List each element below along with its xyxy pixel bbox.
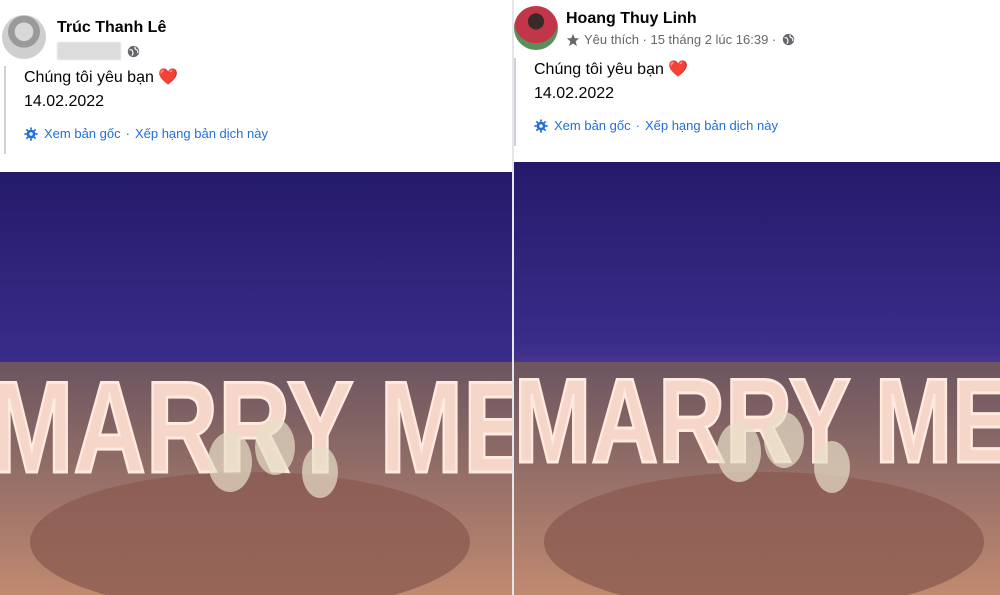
post-meta	[57, 42, 140, 60]
rate-translation-link[interactable]: Xếp hạng bản dịch này	[135, 126, 268, 141]
heart-icon: ❤️	[668, 61, 689, 78]
post-left: Trúc Thanh Lê Chúng tôi yêu bạn ❤️ 14.02…	[0, 0, 512, 595]
gear-icon	[24, 126, 38, 141]
author-name[interactable]: Trúc Thanh Lê	[57, 19, 166, 37]
see-original-link[interactable]: Xem bản gốc	[554, 118, 631, 133]
rate-translation-link[interactable]: Xếp hạng bản dịch này	[645, 118, 778, 133]
globe-icon[interactable]	[127, 45, 140, 58]
separator: ·	[125, 126, 130, 141]
post-date: 14.02.2022	[24, 93, 105, 110]
translation-block: Chúng tôi yêu bạn ❤️ 14.02.2022 Xem bản …	[514, 58, 778, 146]
post-text-line: Chúng tôi yêu bạn ❤️	[534, 58, 778, 82]
timestamp-blurred	[57, 42, 121, 60]
translation-links: Xem bản gốc · Xếp hạng bản dịch này	[534, 118, 778, 133]
post-right: Hoang Thuy Linh Yêu thích · 15 tháng 2 l…	[514, 0, 1000, 595]
avatar[interactable]	[2, 15, 46, 59]
heart-icon: ❤️	[158, 69, 179, 86]
post-text: Chúng tôi yêu bạn	[534, 61, 664, 78]
star-icon	[566, 33, 580, 46]
see-original-link[interactable]: Xem bản gốc	[44, 126, 121, 141]
separator: ·	[635, 118, 640, 133]
post-text-line: Chúng tôi yêu bạn ❤️	[24, 66, 268, 90]
post-date: 14.02.2022	[534, 85, 615, 102]
post-meta: Yêu thích · 15 tháng 2 lúc 16:39 ·	[566, 32, 795, 47]
author-name[interactable]: Hoang Thuy Linh	[566, 10, 697, 28]
avatar[interactable]	[514, 6, 558, 50]
post-meta-text[interactable]: Yêu thích · 15 tháng 2 lúc 16:39 ·	[584, 32, 776, 47]
translation-block: Chúng tôi yêu bạn ❤️ 14.02.2022 Xem bản …	[4, 66, 268, 154]
post-photo[interactable]: MARRY ME	[514, 162, 1000, 595]
globe-icon[interactable]	[782, 33, 795, 46]
translation-links: Xem bản gốc · Xếp hạng bản dịch này	[24, 126, 268, 141]
gear-icon	[534, 118, 548, 133]
post-photo[interactable]: MARRY ME	[0, 172, 512, 595]
post-text: Chúng tôi yêu bạn	[24, 69, 154, 86]
